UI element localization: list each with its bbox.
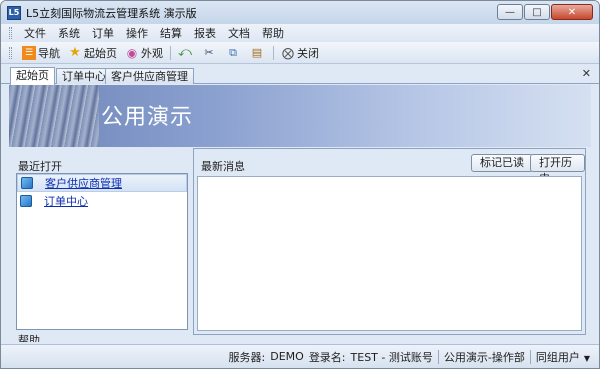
window-title: L5立刻国际物流云管理系统 演示版	[26, 6, 197, 20]
news-panel: 最新消息 标记已读 打开历史	[193, 148, 586, 335]
dropdown-arrow-icon: ▼	[583, 353, 590, 363]
module-icon	[21, 177, 33, 189]
menu-order[interactable]: 订单	[86, 25, 120, 41]
back-button[interactable]: ⤺	[174, 45, 198, 60]
paste-icon: ▤	[251, 46, 263, 59]
menu-help[interactable]: 帮助	[256, 25, 290, 41]
copy-icon: ⧉	[229, 45, 237, 59]
news-content	[197, 176, 582, 331]
cut-button[interactable]: ✂	[198, 46, 222, 60]
recent-item-order-center[interactable]: 订单中心	[17, 192, 187, 210]
title-bar: L5 L5立刻国际物流云管理系统 演示版 — □ ✕	[1, 1, 599, 24]
star-icon: ★	[69, 45, 81, 60]
menu-bar: 文件 系统 订单 操作 结算 报表 文档 帮助	[1, 24, 599, 42]
maximize-icon[interactable]: □	[524, 4, 550, 20]
group-users-button[interactable]: 同组用户 ▼	[531, 349, 595, 365]
login-value: TEST - 测试账号	[350, 350, 433, 364]
window-controls: — □ ✕	[496, 4, 593, 20]
menu-file[interactable]: 文件	[18, 25, 52, 41]
toolbar-separator	[273, 45, 274, 60]
help-label: 帮助	[18, 334, 40, 342]
server-value: DEMO	[270, 350, 304, 363]
tab-home[interactable]: 起始页	[10, 67, 55, 85]
recent-item-label[interactable]: 客户供应商管理	[45, 175, 122, 191]
department-label: 公用演示-操作部	[443, 350, 525, 364]
menu-system[interactable]: 系统	[52, 25, 86, 41]
toolbar: ☰ 导航 ★ 起始页 ◉ 外观 ⤺ ✂ ⧉ ▤ ⨂ 关闭	[1, 42, 599, 64]
palette-icon: ◉	[126, 45, 138, 60]
menu-operation[interactable]: 操作	[120, 25, 154, 41]
banner-title: 公用演示	[101, 105, 194, 130]
tab-close-icon[interactable]: ✕	[582, 67, 591, 80]
tab-customer-supplier[interactable]: 客户供应商管理	[105, 68, 194, 84]
paste-button[interactable]: ▤	[246, 46, 270, 60]
recent-list: 客户供应商管理 订单中心	[16, 173, 188, 330]
close-tab-button[interactable]: ⨂ 关闭	[277, 45, 323, 61]
nav-button[interactable]: ☰ 导航	[18, 45, 64, 61]
menu-grip-icon	[9, 27, 12, 39]
back-icon: ⤺	[178, 45, 192, 60]
home-label: 起始页	[84, 46, 117, 60]
mark-read-button[interactable]: 标记已读	[471, 154, 533, 172]
skin-label: 外观	[141, 46, 163, 60]
nav-label: 导航	[38, 46, 60, 60]
menu-settlement[interactable]: 结算	[154, 25, 188, 41]
toolbar-separator	[170, 45, 171, 60]
server-label: 服务器:	[228, 350, 266, 364]
status-bar: 服务器: DEMO 登录名: TEST - 测试账号 公用演示-操作部 同组用户…	[1, 344, 599, 368]
copy-button[interactable]: ⧉	[222, 46, 246, 60]
group-users-label: 同组用户	[535, 350, 580, 364]
close-icon[interactable]: ✕	[551, 4, 593, 20]
open-history-button[interactable]: 打开历史	[530, 154, 585, 185]
app-logo-icon: L5	[7, 5, 21, 20]
skin-button[interactable]: ◉ 外观	[121, 45, 167, 61]
login-label: 登录名:	[308, 350, 346, 364]
close-circle-icon: ⨂	[282, 45, 294, 60]
close-label: 关闭	[297, 46, 319, 60]
banner-image	[9, 85, 99, 147]
home-button[interactable]: ★ 起始页	[64, 45, 121, 61]
recent-item-customer-supplier[interactable]: 客户供应商管理	[17, 174, 187, 192]
recent-label: 最近打开	[18, 160, 62, 173]
news-label: 最新消息	[201, 160, 245, 173]
module-icon	[20, 195, 32, 207]
tab-order-center[interactable]: 订单中心	[56, 68, 112, 84]
toolbar-grip-icon	[9, 46, 12, 59]
recent-item-label[interactable]: 订单中心	[44, 193, 88, 209]
tab-strip: 起始页 订单中心 客户供应商管理 ✕	[1, 64, 599, 85]
cut-icon: ✂	[204, 46, 214, 59]
app-window: L5 L5立刻国际物流云管理系统 演示版 — □ ✕ 文件 系统 订单 操作 结…	[0, 0, 600, 369]
nav-icon: ☰	[22, 45, 36, 60]
menu-report[interactable]: 报表	[188, 25, 222, 41]
minimize-icon[interactable]: —	[497, 4, 523, 20]
banner: 公用演示	[9, 85, 591, 147]
menu-document[interactable]: 文档	[222, 25, 256, 41]
